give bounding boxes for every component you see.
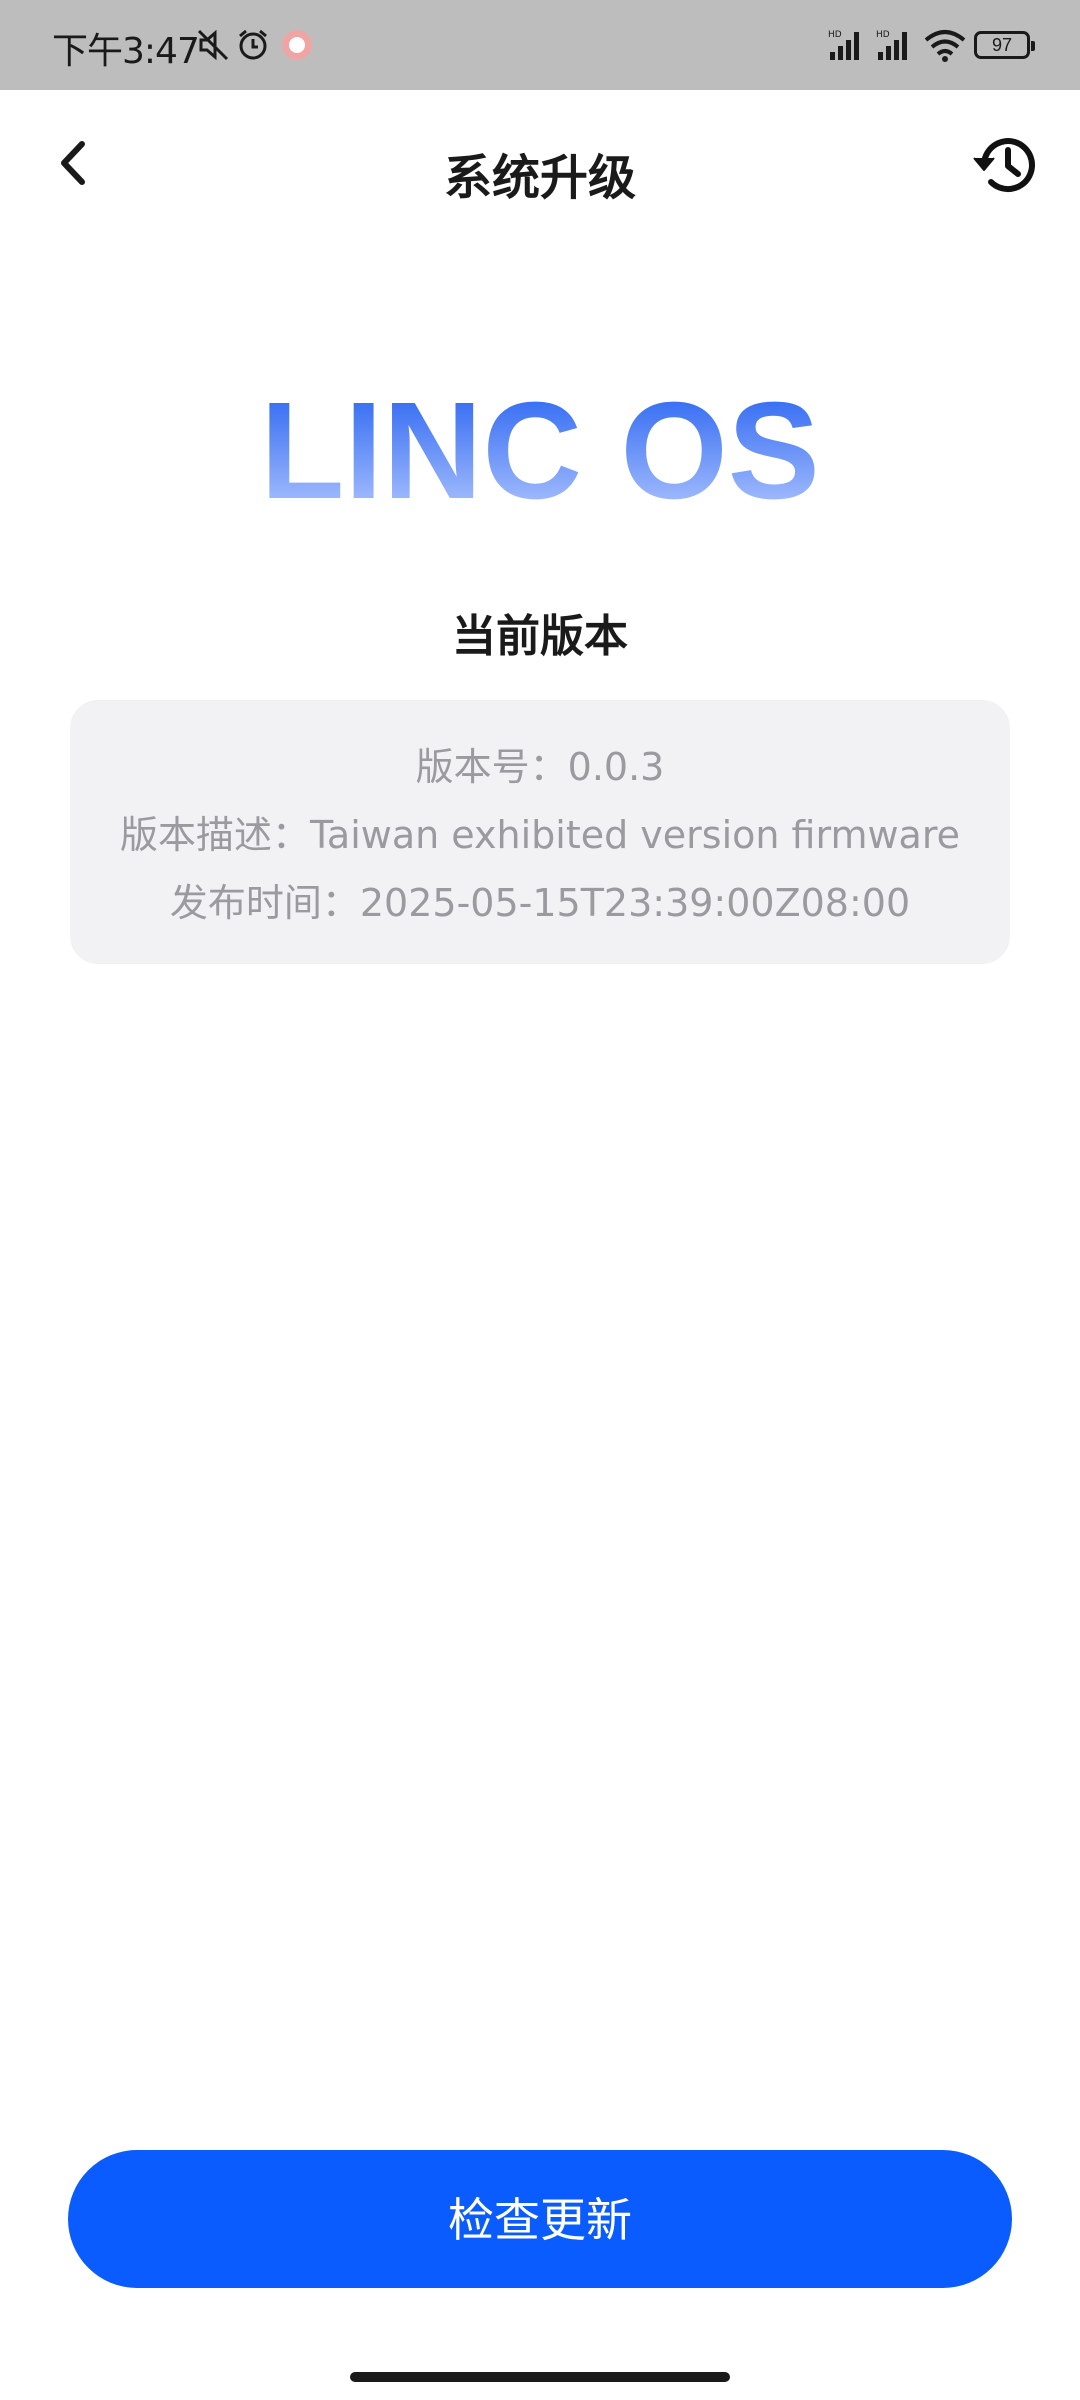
status-time: 下午3:47: [52, 31, 200, 72]
wifi-icon: [924, 30, 966, 62]
status-bar: 下午3:47 HD HD 97: [0, 0, 1080, 90]
release-time: 发布时间：2025-05-15T23:39:00Z08:00: [169, 881, 911, 925]
signal-hd-icon: HD: [828, 30, 859, 60]
app-notification-icon: [282, 30, 312, 60]
version-info-card: 版本号：0.0.3 版本描述：Taiwan exhibited version …: [70, 700, 1010, 964]
nav-header: 系统升级: [0, 90, 1080, 250]
version-number: 版本号：0.0.3: [415, 745, 665, 789]
page-title: 系统升级: [443, 150, 636, 206]
svg-text:HD: HD: [828, 30, 842, 40]
svg-text:HD: HD: [876, 30, 890, 40]
alarm-icon: [239, 29, 267, 60]
logo-text: LINC OS: [260, 374, 820, 520]
version-description: 版本描述：Taiwan exhibited version firmware: [120, 813, 960, 857]
signal-hd-icon-2: HD: [876, 30, 907, 60]
mute-icon: [197, 29, 229, 61]
home-indicator[interactable]: [350, 2372, 730, 2382]
history-icon[interactable]: [970, 128, 1044, 202]
current-version-heading: 当前版本: [452, 611, 628, 662]
battery-level: 97: [991, 34, 1013, 55]
linc-os-logo: LINC OS: [260, 374, 820, 520]
check-update-button[interactable]: 检查更新: [68, 2150, 1012, 2288]
battery-icon: 97: [974, 31, 1035, 59]
status-indicators: HD HD 97: [828, 28, 1035, 62]
